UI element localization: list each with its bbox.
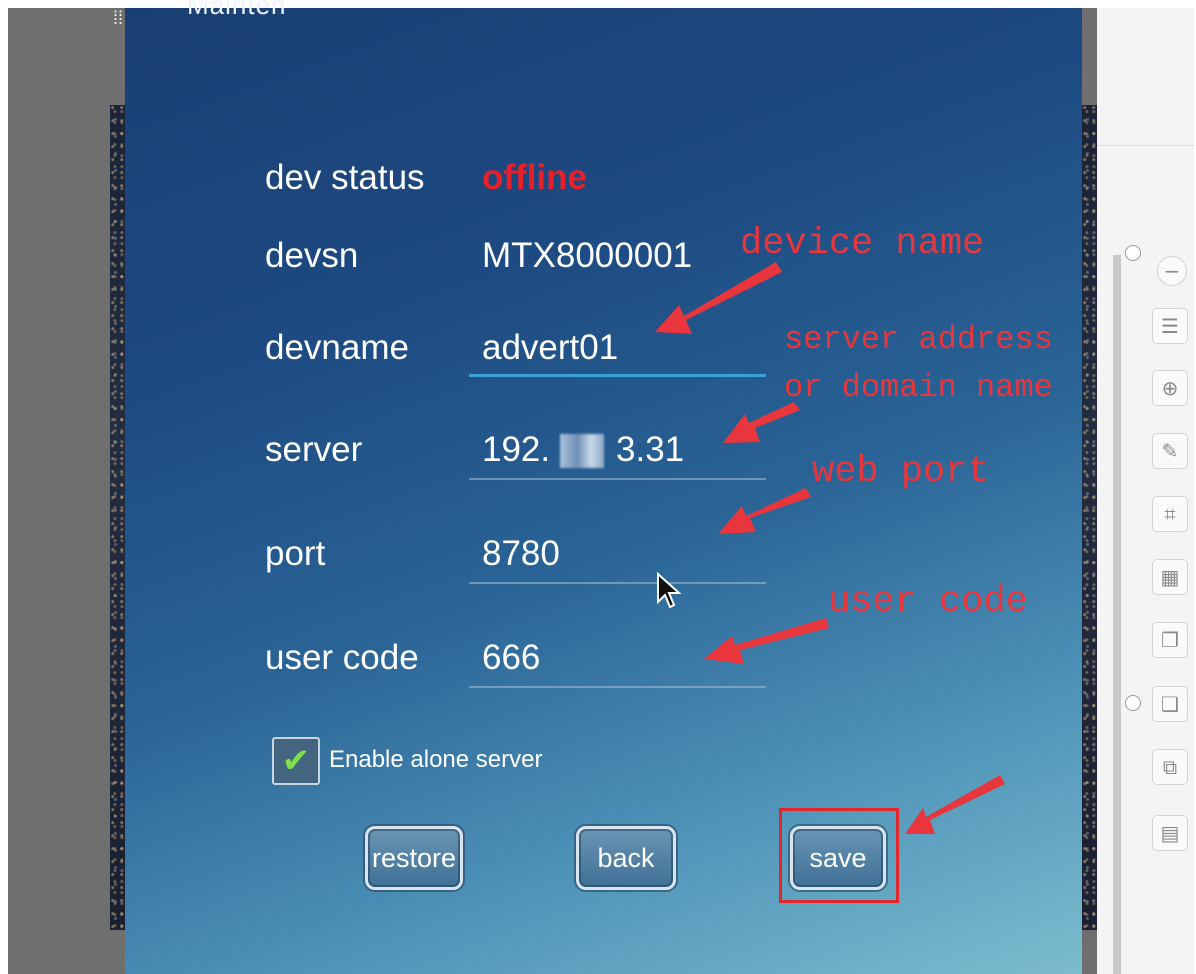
zoom-in-icon[interactable]: ⊕ <box>1152 370 1188 406</box>
pen-icon[interactable]: ✎ <box>1152 433 1188 469</box>
annotation-device-name: device name <box>740 223 985 265</box>
frame-icon[interactable]: ▦ <box>1152 559 1188 595</box>
annotation-web-port: web port <box>812 451 990 493</box>
user-code-field-underline <box>469 686 766 688</box>
port-label: port <box>265 534 326 573</box>
enable-alone-server-checkbox[interactable]: ✔ <box>272 737 320 785</box>
enable-alone-server-label: Enable alone server <box>329 746 543 773</box>
grid-icon[interactable]: ▤ <box>1152 815 1188 851</box>
side-scroll-track[interactable] <box>1113 255 1121 974</box>
slider-handle-top[interactable] <box>1125 245 1141 261</box>
dialog-title: Mainten <box>187 0 287 20</box>
devname-field[interactable]: advert01 <box>482 330 618 365</box>
duplicate-icon[interactable]: ⧉ <box>1152 749 1188 785</box>
devname-field-underline <box>469 374 766 377</box>
app-icon: ⁞⁞ <box>113 8 124 28</box>
server-field-suffix[interactable]: 3.31 <box>616 432 684 467</box>
devsn-label: devsn <box>265 236 359 275</box>
user-code-label: user code <box>265 638 419 677</box>
annotation-server-address-line2: or domain name <box>784 369 1053 406</box>
checkmark-icon: ✔ <box>281 741 311 781</box>
zoom-out-icon[interactable]: − <box>1157 256 1187 286</box>
redacted-ip-segment <box>560 434 604 468</box>
crop-icon[interactable]: ⌗ <box>1152 496 1188 532</box>
port-field[interactable]: 8780 <box>482 536 560 571</box>
server-field-prefix[interactable]: 192. <box>482 432 550 467</box>
layout-icon[interactable]: ☰ <box>1152 308 1188 344</box>
paste-icon[interactable]: ❏ <box>1152 686 1188 722</box>
restore-button[interactable]: restore <box>365 826 463 890</box>
slider-handle-middle[interactable] <box>1125 695 1141 711</box>
copy-icon[interactable]: ❐ <box>1152 622 1188 658</box>
server-field-underline <box>469 478 766 480</box>
devname-label: devname <box>265 328 409 367</box>
server-label: server <box>265 430 363 469</box>
annotation-user-code: user code <box>828 581 1028 623</box>
city-background-right <box>1082 105 1097 930</box>
annotation-server-address-line1: server address <box>784 321 1053 358</box>
dev-status-label: dev status <box>265 158 425 197</box>
devsn-value: MTX8000001 <box>482 236 693 275</box>
user-code-field[interactable]: 666 <box>482 640 540 675</box>
port-field-underline <box>469 582 766 584</box>
save-highlight-box <box>779 808 899 903</box>
dev-status-value: offline <box>482 158 587 197</box>
city-background-left <box>110 105 125 930</box>
back-button[interactable]: back <box>576 826 676 890</box>
mouse-cursor-icon <box>657 572 682 609</box>
